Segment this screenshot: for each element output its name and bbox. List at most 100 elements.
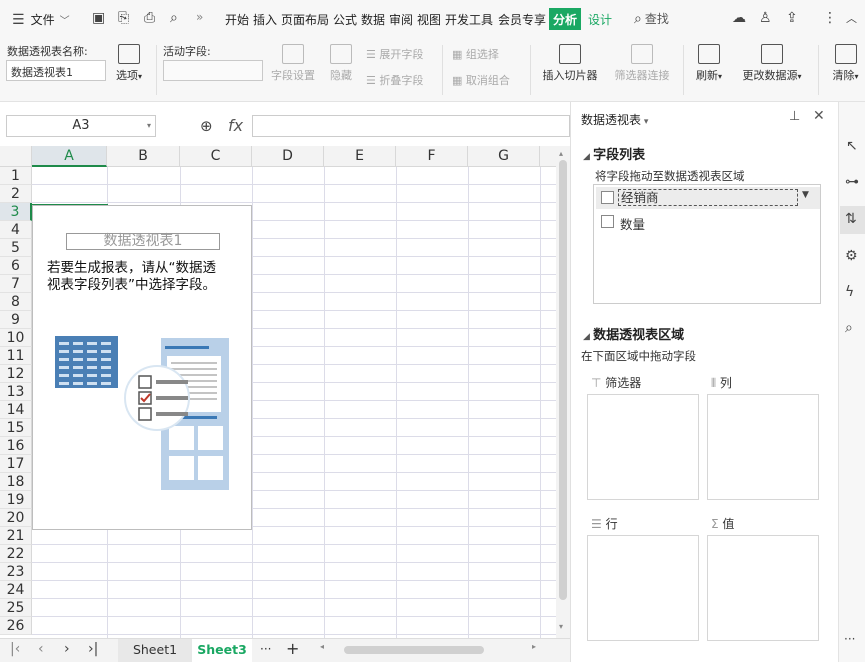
fx-button[interactable]: fx bbox=[228, 116, 243, 135]
row-header[interactable]: 7 bbox=[0, 275, 32, 293]
tab-review[interactable]: 审阅 bbox=[389, 11, 413, 28]
column-header[interactable]: C bbox=[180, 146, 252, 167]
add-sheet-button[interactable]: + bbox=[286, 639, 299, 658]
pivot-pane-toggle[interactable]: ⇅ bbox=[840, 206, 865, 234]
rows-drop-zone[interactable] bbox=[587, 535, 699, 641]
tab-analysis[interactable]: 分析 bbox=[549, 8, 582, 30]
insert-slicer-button[interactable]: 插入切片器 bbox=[538, 44, 602, 83]
save-icon[interactable]: ▣ bbox=[92, 10, 105, 26]
last-sheet-icon[interactable]: ›| bbox=[88, 641, 98, 657]
tab-page-layout[interactable]: 页面布局 bbox=[281, 11, 329, 28]
active-field-input[interactable] bbox=[163, 60, 263, 81]
column-header[interactable]: E bbox=[324, 146, 396, 167]
areas-header[interactable]: ◢ 数据透视表区域 bbox=[583, 324, 684, 343]
close-icon[interactable]: ✕ bbox=[813, 108, 825, 124]
next-sheet-icon[interactable]: › bbox=[64, 641, 70, 657]
field-item-dealer[interactable]: 经销商 ▼ bbox=[596, 187, 820, 209]
row-header[interactable]: 14 bbox=[0, 401, 32, 419]
first-sheet-icon[interactable]: |‹ bbox=[10, 641, 20, 657]
field-item-quantity[interactable]: 数量 bbox=[596, 211, 820, 233]
row-header[interactable]: 22 bbox=[0, 545, 32, 563]
vertical-scrollbar[interactable]: ▴ ▾ bbox=[556, 146, 570, 638]
column-header[interactable]: G bbox=[468, 146, 540, 167]
select-all-corner[interactable] bbox=[0, 146, 32, 167]
row-header[interactable]: 1 bbox=[0, 167, 32, 185]
field-checkbox[interactable] bbox=[601, 215, 614, 228]
column-header[interactable]: B bbox=[107, 146, 180, 167]
filter-connection-button[interactable]: 筛选器连接 bbox=[610, 44, 674, 83]
row-header[interactable]: 9 bbox=[0, 311, 32, 329]
field-list-header[interactable]: ◢ 字段列表 bbox=[583, 144, 645, 163]
row-header[interactable]: 3 bbox=[0, 203, 32, 221]
pivot-name-input[interactable]: 数据透视表1 bbox=[6, 60, 106, 81]
search-box[interactable]: ⌕ 查找 bbox=[634, 10, 669, 27]
row-header[interactable]: 21 bbox=[0, 527, 32, 545]
tab-insert[interactable]: 插入 bbox=[253, 11, 277, 28]
hide-button[interactable]: 隐藏 bbox=[326, 44, 356, 83]
collapse-field-button[interactable]: ☰ 折叠字段 bbox=[366, 72, 423, 88]
print-icon[interactable]: ⎙ bbox=[144, 10, 155, 26]
row-header[interactable]: 17 bbox=[0, 455, 32, 473]
group-selection-button[interactable]: ▦ 组选择 bbox=[452, 46, 499, 62]
row-header[interactable]: 16 bbox=[0, 437, 32, 455]
collapse-ribbon-icon[interactable]: ︿ bbox=[846, 10, 857, 26]
field-checkbox[interactable] bbox=[601, 191, 614, 204]
lightning-icon[interactable]: ϟ bbox=[845, 284, 854, 300]
row-header[interactable]: 5 bbox=[0, 239, 32, 257]
sheet-tab-sheet1[interactable]: Sheet1 bbox=[118, 639, 192, 662]
prev-sheet-icon[interactable]: ‹ bbox=[38, 641, 44, 657]
file-menu[interactable]: ☰ 文件 ﹀ bbox=[12, 11, 70, 28]
scrollbar-thumb[interactable] bbox=[559, 160, 567, 600]
row-header[interactable]: 18 bbox=[0, 473, 32, 491]
column-header[interactable]: D bbox=[252, 146, 324, 167]
cloud-icon[interactable]: ☁ bbox=[732, 10, 746, 26]
row-header[interactable]: 6 bbox=[0, 257, 32, 275]
options-button[interactable]: 选项▾ bbox=[110, 44, 148, 83]
analysis-icon[interactable]: ⚙ bbox=[845, 248, 858, 264]
zoom-icon[interactable]: ⊕ bbox=[200, 117, 213, 135]
name-box[interactable]: A3 ▾ bbox=[6, 115, 156, 137]
dropdown-arrow-icon[interactable]: ▼ bbox=[802, 190, 809, 200]
cursor-icon[interactable]: ↖ bbox=[846, 138, 858, 154]
adjust-icon[interactable]: ⊶ bbox=[845, 174, 859, 190]
pin-icon[interactable]: ⊥ bbox=[789, 109, 800, 124]
clear-button[interactable]: 清除▾ bbox=[826, 44, 865, 83]
row-header[interactable]: 11 bbox=[0, 347, 32, 365]
change-source-button[interactable]: 更改数据源▾ bbox=[736, 44, 808, 83]
column-header[interactable]: F bbox=[396, 146, 468, 167]
more-icon[interactable]: ⋮ bbox=[823, 10, 837, 26]
share-icon[interactable]: ⇪ bbox=[786, 10, 798, 26]
hscroll-thumb[interactable] bbox=[344, 646, 484, 654]
column-header[interactable]: A bbox=[32, 146, 107, 167]
scroll-right-icon[interactable]: ▸ bbox=[532, 642, 536, 651]
row-header[interactable]: 13 bbox=[0, 383, 32, 401]
values-drop-zone[interactable] bbox=[707, 535, 819, 641]
row-header[interactable]: 19 bbox=[0, 491, 32, 509]
tab-data[interactable]: 数据 bbox=[361, 11, 385, 28]
more-tools-icon[interactable]: » bbox=[196, 10, 203, 24]
column-header[interactable] bbox=[540, 146, 556, 167]
row-header[interactable]: 8 bbox=[0, 293, 32, 311]
row-header[interactable]: 2 bbox=[0, 185, 32, 203]
columns-drop-zone[interactable] bbox=[707, 394, 819, 500]
row-header[interactable]: 26 bbox=[0, 617, 32, 635]
scroll-up-icon[interactable]: ▴ bbox=[559, 149, 567, 158]
expand-field-button[interactable]: ☰ 展开字段 bbox=[366, 46, 423, 62]
row-header[interactable]: 10 bbox=[0, 329, 32, 347]
tab-design[interactable]: 设计 bbox=[588, 11, 612, 28]
book-search-icon[interactable]: ⌕ bbox=[845, 320, 853, 336]
more-sheets-button[interactable]: ··· bbox=[260, 642, 271, 656]
tab-developer[interactable]: 开发工具 bbox=[445, 11, 493, 28]
formula-input[interactable] bbox=[252, 115, 570, 137]
row-header[interactable]: 24 bbox=[0, 581, 32, 599]
tab-home[interactable]: 开始 bbox=[225, 11, 249, 28]
row-header[interactable]: 20 bbox=[0, 509, 32, 527]
filter-drop-zone[interactable] bbox=[587, 394, 699, 500]
row-header[interactable]: 25 bbox=[0, 599, 32, 617]
tab-member[interactable]: 会员专享 bbox=[498, 11, 546, 28]
more-tools-icon[interactable]: ··· bbox=[844, 632, 855, 646]
tab-view[interactable]: 视图 bbox=[417, 11, 441, 28]
field-settings-button[interactable]: 字段设置 bbox=[268, 44, 318, 83]
print-preview-icon[interactable]: ⌕ bbox=[170, 10, 178, 26]
scroll-down-icon[interactable]: ▾ bbox=[559, 622, 567, 631]
